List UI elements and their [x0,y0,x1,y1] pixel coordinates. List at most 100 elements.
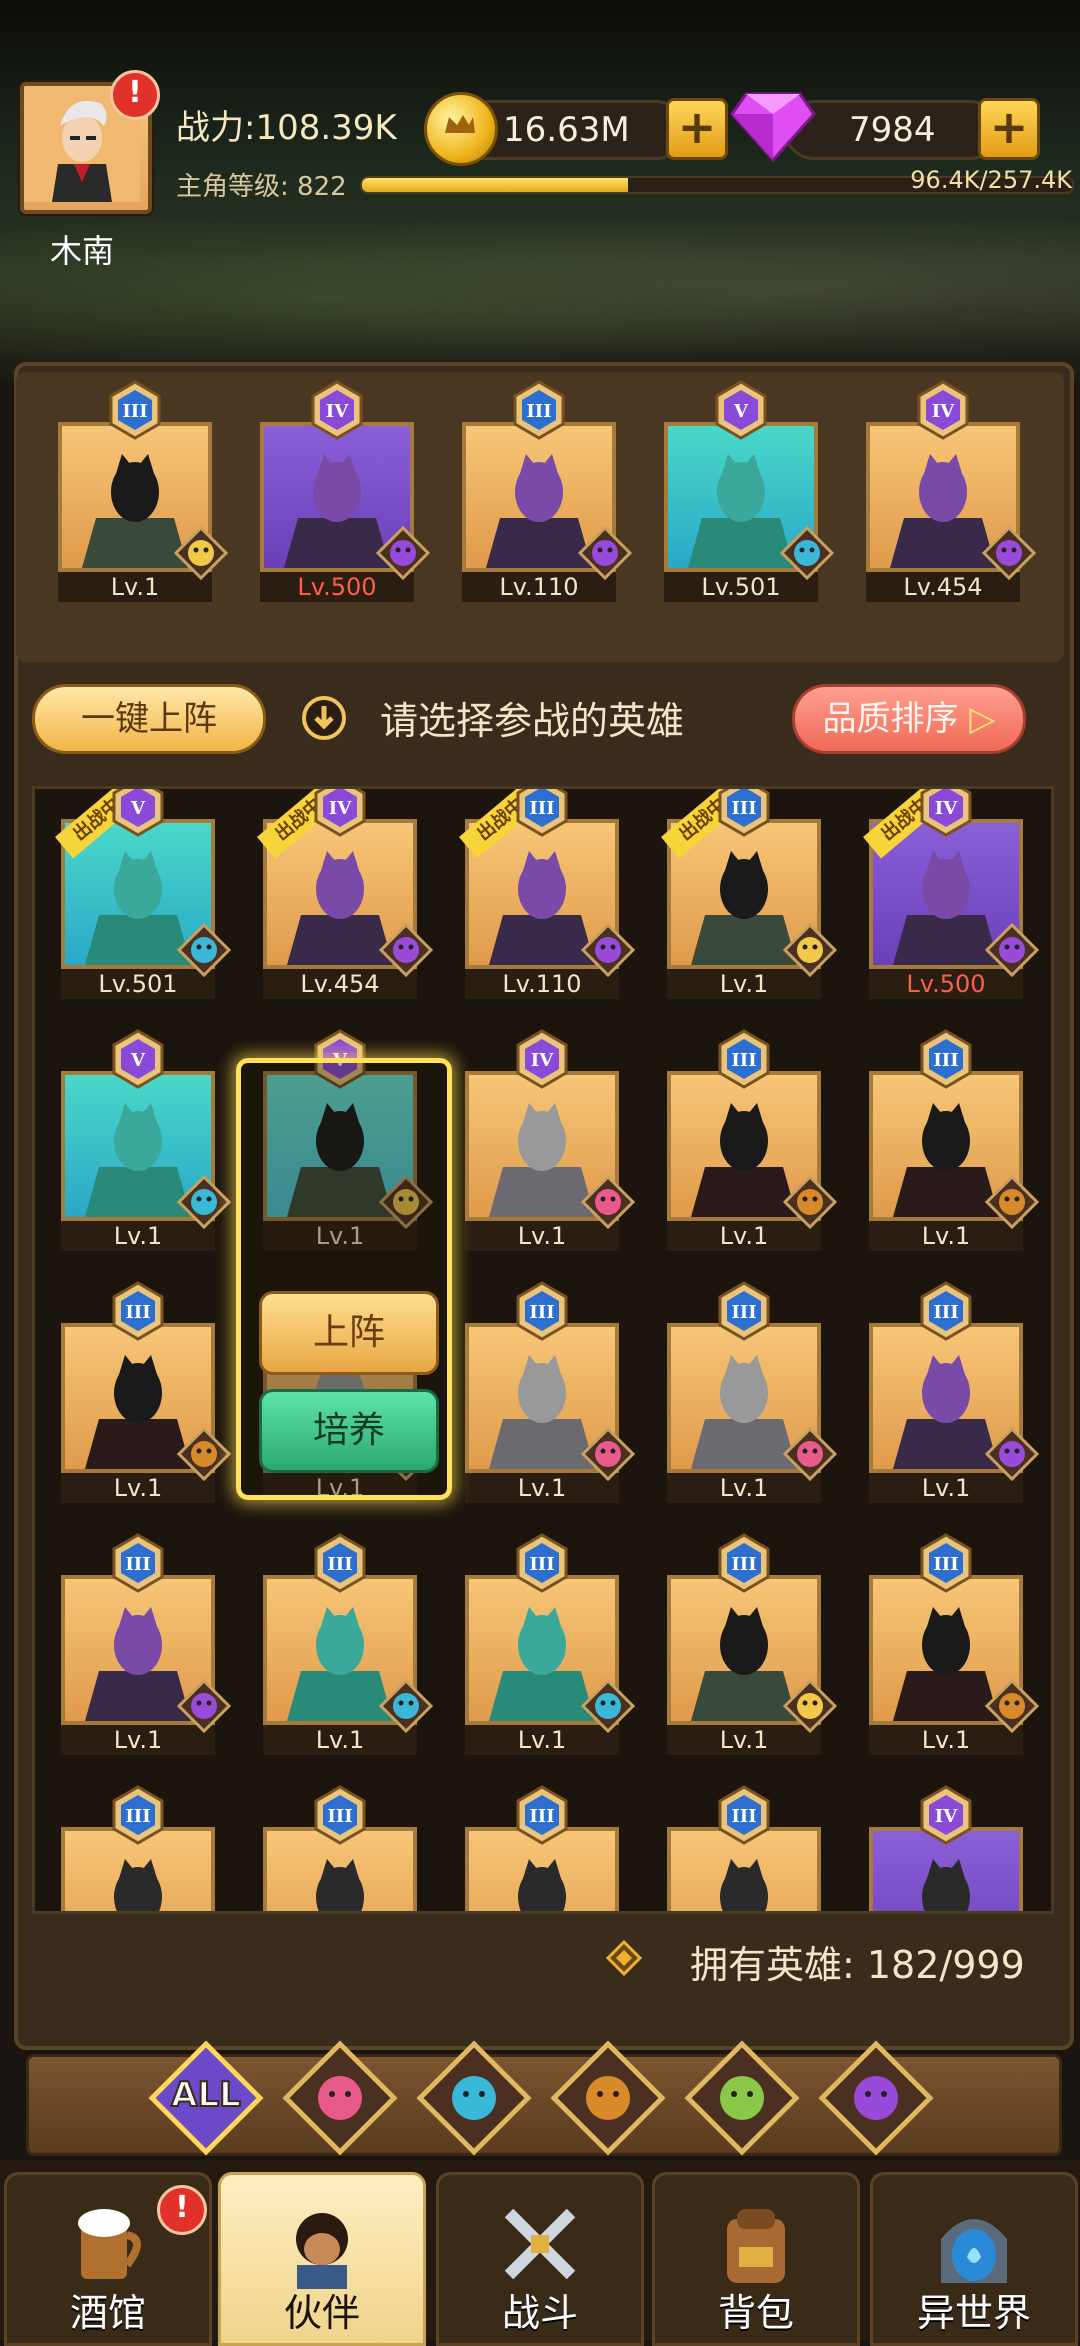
roster-hero-card[interactable]: III [263,1785,417,1911]
gem-icon [730,92,816,162]
svg-text:III: III [529,1302,554,1323]
roster-hero-card[interactable]: Lv.1 III [869,1029,1040,1251]
sea-faction-icon [580,1678,636,1734]
elf-faction-icon [782,922,838,978]
nav-tab-backpack[interactable]: 背包 [652,2172,860,2346]
one-key-deploy-button[interactable]: 一键上阵 [32,684,266,754]
svg-text:III: III [933,1554,958,1575]
roster-hero-card[interactable]: Lv.1 V [61,1029,232,1251]
roster-hero-card[interactable]: Lv.1 III [465,1533,636,1755]
nav-alert-icon: ! [157,2185,207,2235]
roster-hero-card[interactable]: 出战中 Lv.500 IV [863,789,1040,999]
demon-faction-icon [984,1426,1040,1482]
hero-grid: 出战中 Lv.501 V 出战中 Lv.454 IV 出战中 Lv.110 III 出… [32,786,1054,1914]
roster-hero-card[interactable]: 出战中 Lv.454 IV [257,789,434,999]
beast-faction-icon[interactable] [550,2040,666,2156]
rank-badge-icon: III [310,1785,370,1845]
gold-amount: 16.63M [503,110,630,150]
svg-text:IV: IV [932,401,955,422]
select-hero-hint: 请选择参战的英雄 [380,699,685,743]
rank-badge-icon: III [108,1533,168,1593]
team-hero-card[interactable]: Lv.501 V [664,380,835,602]
nav-tab-tavern[interactable]: 酒馆! [4,2172,212,2346]
rank-badge-icon: IV [512,1029,572,1089]
svg-text:ALL: ALL [171,2075,241,2115]
rank-badge-icon: III [512,1281,572,1341]
rank-badge-icon: V [108,789,168,837]
add-gold-button[interactable]: + [666,98,728,160]
human-faction-icon [580,1426,636,1482]
rank-badge-icon: IV [307,380,367,440]
roster-hero-card[interactable]: Lv.1 III [667,1281,838,1503]
elf-faction-icon [173,525,229,581]
nav-tab-portal[interactable]: 异世界 [870,2172,1078,2346]
roster-hero-card[interactable]: Lv.1 III [263,1533,434,1755]
roster-hero-card[interactable]: Lv.1 III [869,1533,1040,1755]
svg-text:III: III [731,1806,756,1827]
sea-faction-icon [378,1678,434,1734]
rank-badge-icon: III [512,1785,572,1845]
rank-badge-icon: III [714,1281,774,1341]
demon-faction-icon[interactable] [818,2040,934,2156]
svg-text:III: III [731,1554,756,1575]
all-filter-icon[interactable]: ALL [148,2040,264,2156]
sea-faction-icon [176,1174,232,1230]
roster-hero-card[interactable]: 出战中 Lv.501 V [55,789,232,999]
backpack-icon [711,2199,801,2289]
nav-tab-partner[interactable]: 伙伴 [218,2172,426,2346]
team-hero-card[interactable]: Lv.454 IV [866,380,1037,602]
roster-hero-card[interactable]: Lv.1 IV [465,1029,636,1251]
elf-faction-icon [782,1678,838,1734]
svg-text:III: III [731,798,756,819]
roster-hero-card[interactable]: Lv.1 III [61,1533,232,1755]
roster-hero-card[interactable]: III [61,1785,215,1911]
player-level: 主角等级: 822 [176,172,347,202]
roster-hero-card[interactable]: Lv.1 III [667,1533,838,1755]
roster-hero-card[interactable]: III [667,1785,821,1911]
team-hero-card[interactable]: Lv.110 III [462,380,633,602]
roster-hero-card[interactable]: Lv.1 III [465,1281,636,1503]
roster-hero-card[interactable]: 出战中 Lv.110 III [459,789,636,999]
roster-hero-card[interactable]: Lv.1 III [869,1281,1040,1503]
sea-faction-icon[interactable] [416,2040,532,2156]
rank-badge-icon: III [512,1533,572,1593]
svg-text:III: III [731,1302,756,1323]
roster-hero-card[interactable]: IV [869,1785,1023,1911]
svg-text:IV: IV [326,401,349,422]
add-gem-button[interactable]: + [978,98,1040,160]
train-button[interactable]: 培养 [259,1389,439,1473]
svg-text:III: III [933,1050,958,1071]
rank-badge-icon: IV [916,1785,976,1845]
rank-badge-icon: V [711,380,771,440]
rank-badge-icon: IV [916,789,976,837]
roster-hero-card[interactable]: Lv.1 III [61,1281,232,1503]
team-hero-card[interactable]: Lv.500 IV [260,380,431,602]
gold-coin-icon [424,92,498,166]
roster-hero-card[interactable]: III [465,1785,619,1911]
quality-sort-button[interactable]: 品质排序 ▷ [792,684,1026,754]
svg-text:III: III [529,798,554,819]
rank-badge-icon: III [509,380,569,440]
roster-hero-card[interactable]: Lv.1 III [667,1029,838,1251]
rank-badge-icon: V [108,1029,168,1089]
svg-text:III: III [125,1302,150,1323]
demon-faction-icon [375,525,431,581]
svg-text:IV: IV [935,1806,958,1827]
action-row: 一键上阵 请选择参战的英雄 品质排序 ▷ [0,684,1080,760]
avatar-alert-icon: ! [110,70,160,120]
svg-text:III: III [526,401,551,422]
rank-badge-icon: IV [913,380,973,440]
battle-icon [495,2199,585,2289]
deploy-button[interactable]: 上阵 [259,1291,439,1375]
beast-faction-icon [176,1426,232,1482]
nav-tab-battle[interactable]: 战斗 [436,2172,644,2346]
team-hero-card[interactable]: Lv.1 III [58,380,229,602]
roster-hero-card[interactable]: 出战中 Lv.1 III [661,789,838,999]
rank-badge-icon: III [310,1533,370,1593]
nav-label: 异世界 [916,2291,1031,2335]
demon-faction-icon [176,1678,232,1734]
elf-faction-icon[interactable] [684,2040,800,2156]
beast-faction-icon [984,1174,1040,1230]
player-name: 木南 [50,232,115,270]
human-faction-icon[interactable] [282,2040,398,2156]
